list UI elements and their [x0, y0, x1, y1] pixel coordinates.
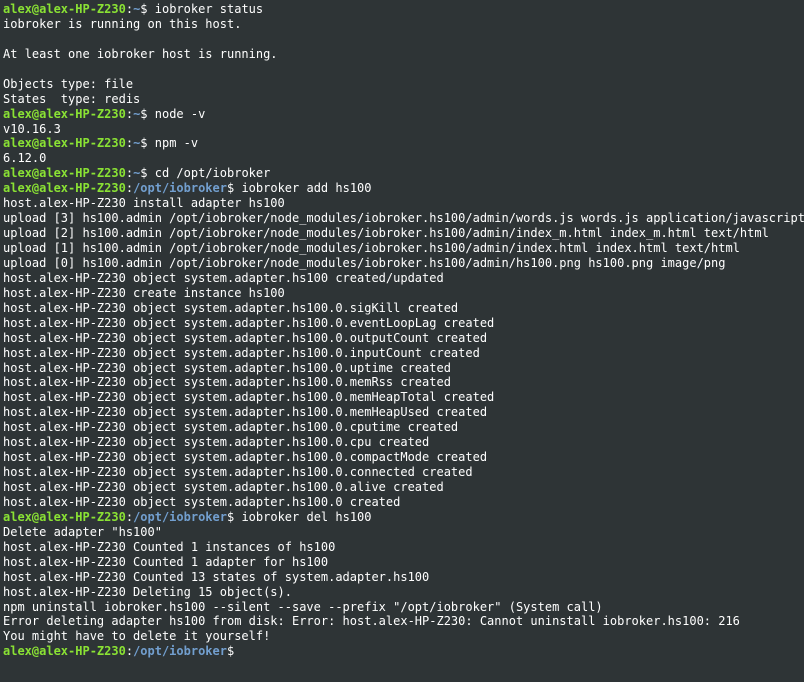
output-line: host.alex-HP-Z230 object system.adapter.… — [3, 420, 459, 435]
prompt-user-host: alex@alex-HP-Z230 — [3, 106, 126, 121]
prompt-user-host: alex@alex-HP-Z230 — [3, 166, 126, 181]
prompt-user-host: alex@alex-HP-Z230 — [3, 644, 126, 659]
output-line: host.alex-HP-Z230 object system.adapter.… — [3, 300, 459, 315]
prompt-user-host: alex@alex-HP-Z230 — [3, 136, 126, 151]
prompt-user-host: alex@alex-HP-Z230 — [3, 181, 126, 196]
output-line: host.alex-HP-Z230 object system.adapter.… — [3, 465, 473, 480]
prompt-line: alex@alex-HP-Z230:/opt/iobroker$ iobroke… — [3, 181, 804, 196]
command-text: cd /opt/iobroker — [147, 166, 271, 181]
text-cursor — [234, 644, 241, 657]
prompt-path: /opt/iobroker — [133, 181, 227, 196]
output-line: host.alex-HP-Z230 object system.adapter.… — [3, 405, 488, 420]
prompt-path: /opt/iobroker — [133, 644, 227, 659]
output-line: host.alex-HP-Z230 Deleting 15 object(s). — [3, 584, 292, 599]
prompt-colon: : — [125, 136, 134, 151]
output-line: host.alex-HP-Z230 object system.adapter.… — [3, 360, 451, 375]
prompt-line: alex@alex-HP-Z230:~$ node -v — [3, 107, 804, 122]
output-line: You might have to delete it yourself! — [3, 629, 271, 644]
output-line: host.alex-HP-Z230 create instance hs100 — [3, 285, 285, 300]
output-line: v10.16.3 — [3, 121, 61, 136]
output-line: upload [1] hs100.admin /opt/iobroker/nod… — [3, 241, 740, 255]
output-line: host.alex-HP-Z230 Counted 1 instances of… — [3, 539, 336, 554]
output-line: Delete adapter "hs100" — [3, 524, 162, 539]
output-line: 6.12.0 — [3, 151, 47, 166]
prompt-dollar: $ — [140, 106, 148, 121]
output-line: host.alex-HP-Z230 Counted 13 states of s… — [3, 569, 430, 584]
terminal-window[interactable]: alex@alex-HP-Z230:~$ iobroker status iobr… — [0, 0, 804, 682]
prompt-dollar: $ — [140, 136, 148, 151]
output-line: upload [2] hs100.admin /opt/iobroker/nod… — [3, 226, 769, 241]
output-line: iobroker is running on this host. — [3, 16, 242, 31]
output-line: host.alex-HP-Z230 object system.adapter.… — [3, 494, 401, 509]
output-line: upload [0] hs100.admin /opt/iobroker/nod… — [3, 255, 726, 270]
output-line: host.alex-HP-Z230 object system.adapter.… — [3, 330, 488, 345]
prompt-colon: : — [125, 166, 134, 181]
prompt-dollar: $ — [226, 644, 235, 659]
command-text: iobroker status — [147, 2, 264, 16]
prompt-path: /opt/iobroker — [133, 509, 227, 524]
prompt-colon: : — [125, 644, 134, 659]
output-line: upload [3] hs100.admin /opt/iobroker/nod… — [3, 211, 804, 226]
output-line: host.alex-HP-Z230 object system.adapter.… — [3, 435, 430, 450]
output-line: host.alex-HP-Z230 object system.adapter.… — [3, 315, 495, 330]
prompt-user-host: alex@alex-HP-Z230 — [3, 509, 126, 524]
output-line: host.alex-HP-Z230 object system.adapter.… — [3, 375, 451, 390]
prompt-line: alex@alex-HP-Z230:~$ iobroker status — [3, 2, 804, 17]
prompt-user-host: alex@alex-HP-Z230 — [3, 2, 126, 16]
output-line: host.alex-HP-Z230 object system.adapter.… — [3, 390, 495, 405]
output-line: host.alex-HP-Z230 Counted 1 adapter for … — [3, 554, 329, 569]
output-line: Error deleting adapter hs100 from disk: … — [3, 614, 740, 629]
prompt-dollar: $ — [140, 2, 148, 16]
prompt-dollar: $ — [140, 166, 148, 181]
command-text: node -v — [147, 106, 206, 121]
prompt-line: alex@alex-HP-Z230:~$ npm -v — [3, 136, 804, 151]
output-line: host.alex-HP-Z230 object system.adapter.… — [3, 345, 480, 360]
output-line: host.alex-HP-Z230 object system.adapter.… — [3, 480, 444, 494]
prompt-colon: : — [125, 509, 134, 524]
output-line: host.alex-HP-Z230 object system.adapter.… — [3, 270, 444, 285]
output-line: host.alex-HP-Z230 object system.adapter.… — [3, 450, 488, 465]
command-text: iobroker add hs100 — [234, 181, 372, 196]
prompt-colon: : — [125, 106, 134, 121]
command-text: iobroker del hs100 — [234, 509, 372, 524]
prompt-line: alex@alex-HP-Z230:~$ cd /opt/iobroker — [3, 166, 804, 181]
output-line: npm uninstall iobroker.hs100 --silent --… — [3, 599, 603, 614]
command-text: npm -v — [147, 136, 199, 151]
output-line: host.alex-HP-Z230 install adapter hs100 — [3, 196, 285, 211]
output-line: At least one iobroker host is running. — [3, 46, 278, 61]
prompt-colon: : — [125, 181, 134, 196]
prompt-colon: : — [125, 2, 134, 16]
output-line: Objects type: file — [3, 76, 134, 91]
prompt-line: alex@alex-HP-Z230:/opt/iobroker$ — [3, 644, 804, 659]
prompt-line: alex@alex-HP-Z230:/opt/iobroker$ iobroke… — [3, 510, 804, 525]
output-line: States type: redis — [3, 91, 141, 106]
